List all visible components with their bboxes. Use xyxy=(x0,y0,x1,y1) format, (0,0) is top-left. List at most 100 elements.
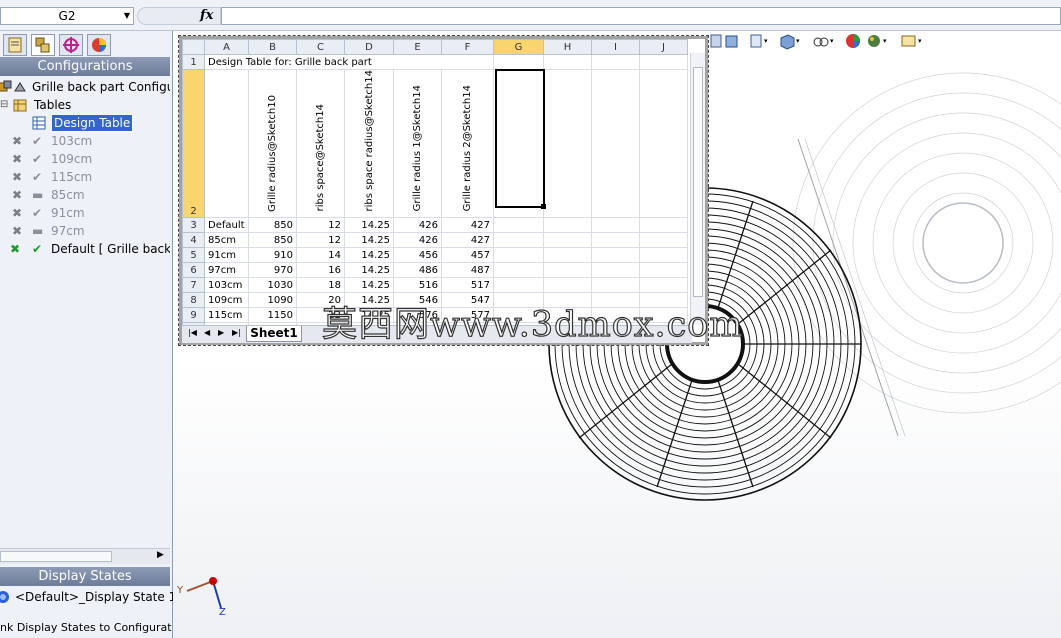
header-cell[interactable]: ribs space radius@Sketch14 xyxy=(344,68,394,219)
column-header[interactable]: G xyxy=(493,39,544,55)
value-cell[interactable]: 850 xyxy=(248,217,297,234)
display-manager-tab[interactable] xyxy=(87,34,111,56)
value-cell[interactable]: 426 xyxy=(393,232,442,249)
empty-cell[interactable] xyxy=(543,217,592,234)
section-view-icon[interactable]: ▾ xyxy=(748,32,778,52)
empty-cell[interactable] xyxy=(204,68,249,219)
column-header[interactable]: B xyxy=(248,39,297,55)
select-all-corner[interactable] xyxy=(182,39,205,55)
tree-item-tables[interactable]: ⊟ Tables xyxy=(0,96,170,114)
empty-cell[interactable] xyxy=(639,247,688,264)
column-header[interactable]: H xyxy=(543,39,592,55)
value-cell[interactable]: 1030 xyxy=(248,277,297,294)
empty-cell[interactable] xyxy=(591,262,640,279)
config-name-cell[interactable]: 109cm xyxy=(204,292,249,309)
empty-cell[interactable] xyxy=(591,277,640,294)
value-cell[interactable]: 16 xyxy=(296,262,345,279)
display-style-icon[interactable]: ▾ xyxy=(812,32,842,52)
value-cell[interactable]: 486 xyxy=(393,262,442,279)
selected-cell-g2[interactable] xyxy=(495,69,545,208)
column-header[interactable]: E xyxy=(393,39,442,55)
tree-item-config[interactable]: ✖ ▬ 97cm xyxy=(0,222,170,240)
value-cell[interactable]: 426 xyxy=(393,217,442,234)
row-header[interactable]: 4 xyxy=(182,232,205,249)
value-cell[interactable]: 1150 xyxy=(248,307,297,324)
empty-cell[interactable] xyxy=(639,262,688,279)
link-display-states-option[interactable]: nk Display States to Configurations xyxy=(0,619,172,637)
tree-item-design-table[interactable]: Design Table xyxy=(0,114,170,132)
header-cell[interactable]: Grille radius 1@Sketch14 xyxy=(393,68,442,219)
empty-cell[interactable] xyxy=(493,262,544,279)
tree-item-config[interactable]: ✖ ✔ 103cm xyxy=(0,132,170,150)
column-header[interactable]: F xyxy=(441,39,494,55)
value-cell[interactable]: 970 xyxy=(248,262,297,279)
tree-item-default-config[interactable]: ✖ ✔ Default [ Grille back pa xyxy=(0,240,170,258)
config-name-cell[interactable]: 97cm xyxy=(204,262,249,279)
config-name-cell[interactable]: 85cm xyxy=(204,232,249,249)
first-sheet-icon[interactable]: |◀ xyxy=(188,328,197,337)
row-header[interactable]: 8 xyxy=(182,292,205,309)
empty-cell[interactable] xyxy=(639,54,688,70)
value-cell[interactable]: 12 xyxy=(296,217,345,234)
config-name-cell[interactable]: 103cm xyxy=(204,277,249,294)
value-cell[interactable]: 427 xyxy=(441,217,494,234)
sheet-tab-sheet1[interactable]: Sheet1 xyxy=(246,326,302,342)
prev-sheet-icon[interactable]: ◀ xyxy=(204,328,210,337)
title-cell[interactable]: Design Table for: Grille back part xyxy=(204,54,494,70)
header-cell[interactable]: Grille radius@Sketch10 xyxy=(248,68,297,219)
column-header[interactable]: J xyxy=(639,39,688,55)
tree-root-item[interactable]: Grille back part Configurat xyxy=(0,78,170,96)
empty-cell[interactable] xyxy=(493,232,544,249)
fill-handle[interactable] xyxy=(541,204,546,209)
formula-input[interactable] xyxy=(221,7,1061,25)
value-cell[interactable]: 850 xyxy=(248,232,297,249)
row-header[interactable]: 9 xyxy=(182,307,205,324)
value-cell[interactable]: 14.25 xyxy=(344,262,394,279)
empty-cell[interactable] xyxy=(543,68,592,219)
header-cell[interactable]: ribs space@Sketch14 xyxy=(296,68,345,219)
name-box[interactable]: G2 xyxy=(0,7,134,25)
scrollbar-thumb[interactable] xyxy=(0,551,112,562)
empty-cell[interactable] xyxy=(493,277,544,294)
row-header[interactable]: 1 xyxy=(182,54,205,70)
value-cell[interactable]: 14.25 xyxy=(344,247,394,264)
empty-cell[interactable] xyxy=(493,217,544,234)
empty-cell[interactable] xyxy=(493,54,544,70)
empty-cell[interactable] xyxy=(543,232,592,249)
config-name-cell[interactable]: 115cm xyxy=(204,307,249,324)
view-orientation-icon[interactable]: ▾ xyxy=(778,32,808,52)
value-cell[interactable]: 1090 xyxy=(248,292,297,309)
empty-cell[interactable] xyxy=(543,277,592,294)
value-cell[interactable]: 457 xyxy=(441,247,494,264)
property-manager-tab[interactable] xyxy=(3,34,27,56)
empty-cell[interactable] xyxy=(639,232,688,249)
empty-cell[interactable] xyxy=(493,247,544,264)
dimxpert-tab[interactable] xyxy=(59,34,83,56)
view-settings-icon[interactable]: ▾ xyxy=(900,32,930,52)
tree-item-config[interactable]: ✖ ▬ 85cm xyxy=(0,186,170,204)
scrollbar-thumb[interactable] xyxy=(693,67,703,297)
empty-cell[interactable] xyxy=(639,277,688,294)
row-header[interactable]: 3 xyxy=(182,217,205,234)
value-cell[interactable]: 427 xyxy=(441,232,494,249)
value-cell[interactable]: 516 xyxy=(393,277,442,294)
value-cell[interactable]: 14.25 xyxy=(344,232,394,249)
row-header[interactable]: 7 xyxy=(182,277,205,294)
last-sheet-icon[interactable]: ▶| xyxy=(232,328,241,337)
configuration-manager-tab[interactable] xyxy=(31,34,55,56)
empty-cell[interactable] xyxy=(639,217,688,234)
display-state-item[interactable]: <Default>_Display State 1 xyxy=(0,588,176,606)
column-header[interactable]: D xyxy=(344,39,394,55)
header-cell[interactable]: Grille radius 2@Sketch14 xyxy=(441,68,494,219)
value-cell[interactable]: 456 xyxy=(393,247,442,264)
column-header[interactable]: I xyxy=(591,39,640,55)
tree-item-config[interactable]: ✖ ✔ 115cm xyxy=(0,168,170,186)
value-cell[interactable]: 910 xyxy=(248,247,297,264)
row-header[interactable]: 2 xyxy=(182,68,205,219)
chevron-down-icon[interactable]: ▼ xyxy=(120,7,134,25)
value-cell[interactable]: 14.25 xyxy=(344,217,394,234)
tree-collapse-icon[interactable]: ⊟ xyxy=(0,96,8,114)
tree-item-config[interactable]: ✖ ✔ 109cm xyxy=(0,150,170,168)
row-header[interactable]: 6 xyxy=(182,262,205,279)
function-icon[interactable]: fx xyxy=(200,8,213,23)
